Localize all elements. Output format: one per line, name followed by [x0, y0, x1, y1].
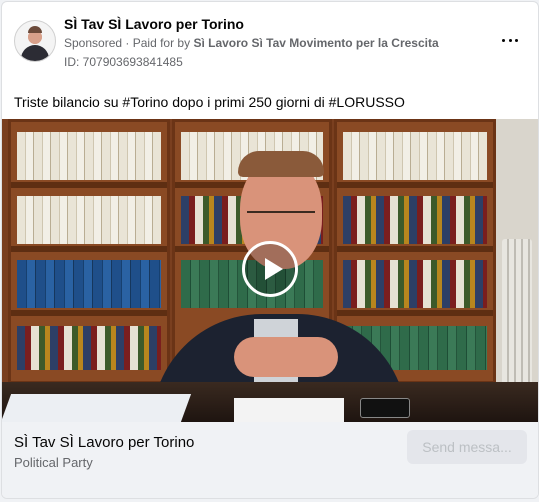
- footer-category: Political Party: [14, 455, 93, 470]
- bookshelf-left: [8, 119, 170, 384]
- footer-page-name[interactable]: SÌ Tav SÌ Lavoro per Torino: [14, 434, 194, 451]
- page-name-link[interactable]: SÌ Tav SÌ Lavoro per Torino: [64, 16, 244, 32]
- send-message-button[interactable]: Send messa...: [407, 430, 527, 464]
- paid-for-by-name: Sì Lavoro Sì Tav Movimento per la Cresci…: [193, 36, 439, 50]
- more-horizontal-icon[interactable]: [502, 36, 518, 44]
- separator-dot: ·: [125, 36, 130, 50]
- avatar-hair: [28, 26, 42, 33]
- page-avatar[interactable]: [14, 20, 56, 62]
- video-radiator: [502, 239, 532, 389]
- video-desk: [2, 382, 538, 422]
- post-caption: Triste bilancio su #Torino dopo i primi …: [14, 94, 405, 110]
- desk-phone: [360, 398, 410, 418]
- speaker-hair: [238, 151, 324, 177]
- speaker-glasses: [247, 211, 315, 229]
- desk-paper: [2, 394, 192, 422]
- avatar-suit: [21, 45, 49, 61]
- video-player[interactable]: [2, 119, 538, 422]
- speaker-hands: [234, 337, 338, 377]
- ad-card: SÌ Tav SÌ Lavoro per Torino Sponsored · …: [1, 1, 539, 499]
- play-icon[interactable]: [242, 241, 298, 297]
- sponsored-line: Sponsored · Paid for by Sì Lavoro Sì Tav…: [64, 36, 439, 50]
- sponsored-label[interactable]: Sponsored: [64, 36, 122, 50]
- post-header: SÌ Tav SÌ Lavoro per Torino Sponsored · …: [2, 2, 538, 82]
- ad-id: ID: 707903693841485: [64, 55, 183, 69]
- ad-footer: SÌ Tav SÌ Lavoro per Torino Political Pa…: [2, 422, 538, 498]
- desk-paper: [234, 398, 344, 422]
- paid-for-prefix: Paid for by: [132, 36, 191, 50]
